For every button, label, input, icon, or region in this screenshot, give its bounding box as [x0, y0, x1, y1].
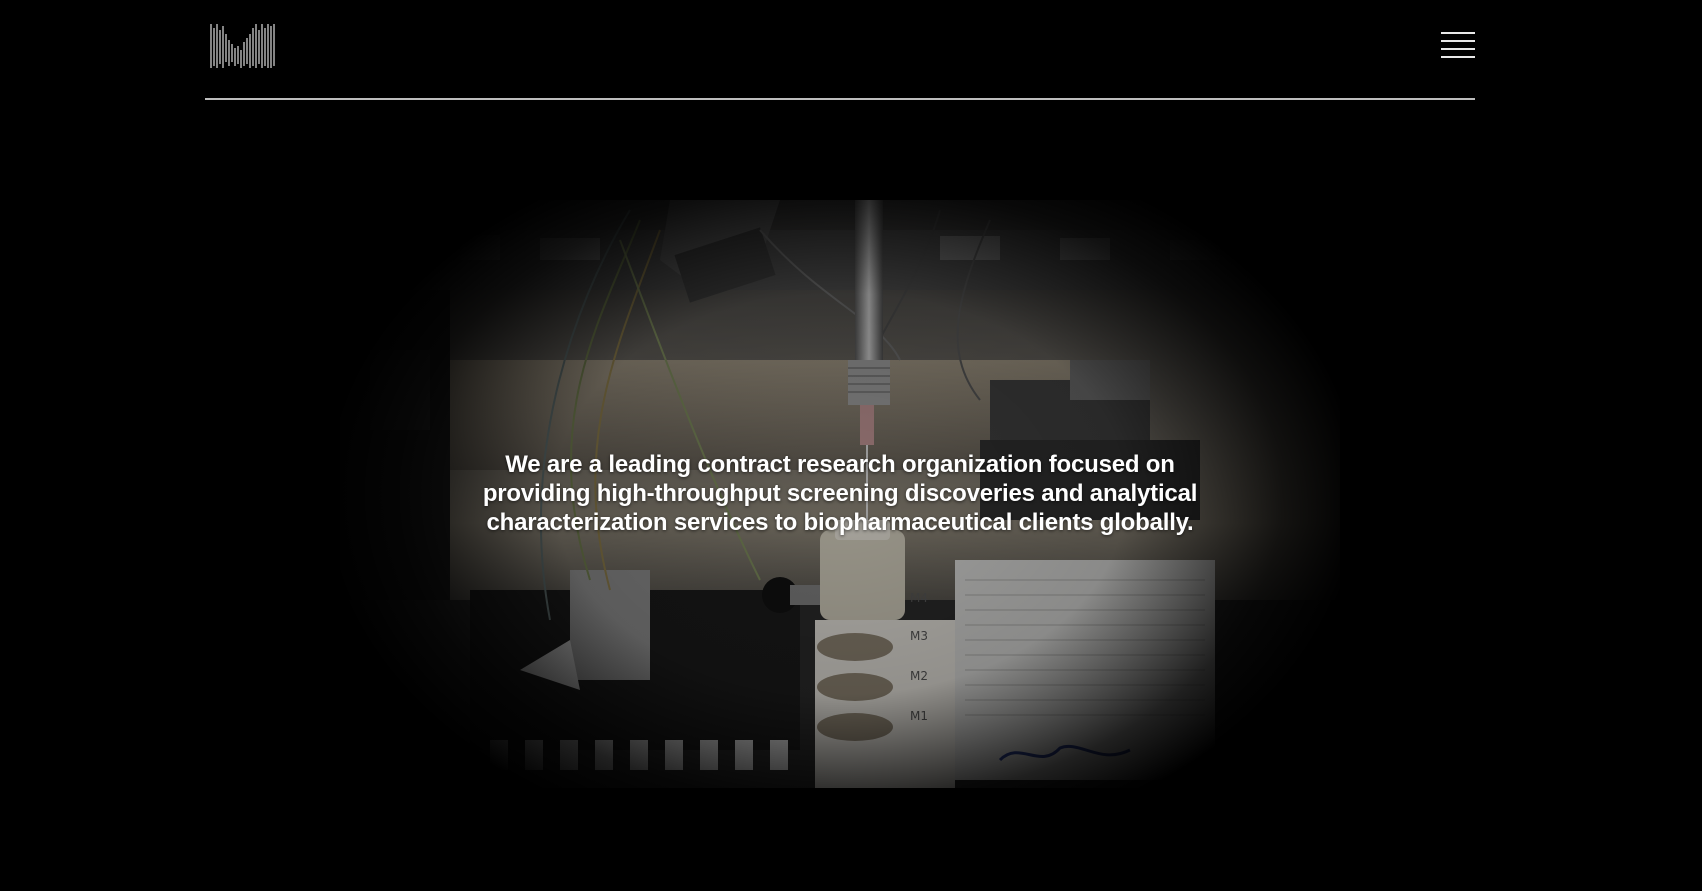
svg-text:M2: M2	[910, 669, 928, 683]
svg-text:M4: M4	[910, 591, 928, 605]
page: M3 M2 M1 M4 We are a leading contract re…	[0, 0, 1702, 891]
menu-line	[1441, 40, 1475, 42]
site-header	[205, 0, 1475, 100]
svg-text:M1: M1	[910, 709, 928, 723]
header-divider	[205, 98, 1475, 100]
hero-section: M3 M2 M1 M4 We are a leading contract re…	[340, 200, 1340, 788]
menu-line	[1441, 32, 1475, 34]
menu-line	[1441, 56, 1475, 58]
waveform-logo-icon[interactable]	[208, 22, 278, 70]
svg-text:M3: M3	[910, 629, 928, 643]
hamburger-menu-icon[interactable]	[1441, 30, 1475, 58]
hero-headline: We are a leading contract research organ…	[482, 451, 1198, 536]
menu-line	[1441, 48, 1475, 50]
